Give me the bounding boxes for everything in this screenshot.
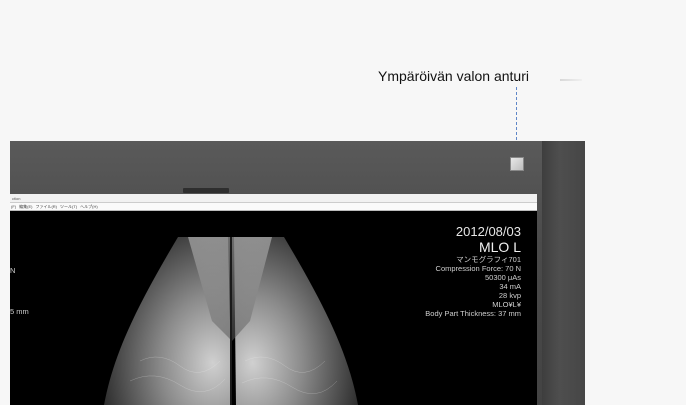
- exam-info-line: 34 mA: [499, 282, 521, 291]
- exam-info-line: Compression Force: 70 N: [435, 264, 521, 273]
- exam-info-line: マンモグラフィ701: [456, 255, 521, 264]
- bezel-notch: [183, 188, 229, 193]
- exam-info-line: MLO¥L¥: [492, 300, 521, 309]
- exam-info-line: 50300 μAs: [484, 273, 521, 282]
- monitor-screen: ction (F) 編集(E) ファイル(R) ツール(T) ヘルプ(H) 20…: [10, 194, 537, 405]
- left-overlay-text: 5 mm: [10, 307, 29, 316]
- study-date: 2012/08/03: [455, 224, 521, 239]
- menu-item-file-r[interactable]: ファイル(R): [35, 203, 57, 211]
- menu-item-edit[interactable]: 編集(E): [19, 203, 32, 211]
- left-overlay-text: N: [10, 266, 16, 275]
- menu-item-file[interactable]: (F): [11, 203, 16, 211]
- exam-info-line: 28 kvp: [498, 291, 521, 300]
- ambient-light-sensor-label: Ympäröivän valon anturi: [378, 68, 529, 84]
- app-menu-bar: (F) 編集(E) ファイル(R) ツール(T) ヘルプ(H): [10, 203, 537, 211]
- view-label: MLO L: [478, 239, 521, 255]
- exam-info-line: Body Part Thickness: 37 mm: [425, 309, 521, 318]
- monitor-bezel-side: [542, 141, 585, 405]
- ambient-light-sensor-icon: [510, 157, 524, 171]
- menu-item-help[interactable]: ヘルプ(H): [80, 203, 98, 211]
- menu-item-tools[interactable]: ツール(T): [60, 203, 77, 211]
- callout-tail: [560, 79, 582, 81]
- exam-info: マンモグラフィ701 Compression Force: 70 N 50300…: [425, 255, 521, 318]
